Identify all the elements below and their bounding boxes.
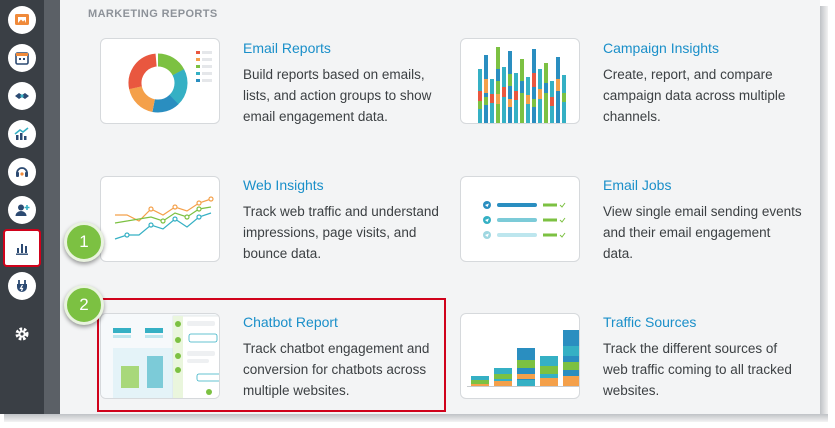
calendar-icon[interactable]: [8, 44, 36, 72]
add-contact-icon[interactable]: [8, 196, 36, 224]
window-shadow-right: [820, 6, 828, 418]
email-reports-thumbnail[interactable]: [100, 38, 220, 124]
plugin-icon[interactable]: [8, 272, 36, 300]
campaign-insights-link[interactable]: Campaign Insights: [603, 40, 719, 56]
traffic-sources-thumbnail[interactable]: [460, 313, 580, 399]
gear-icon[interactable]: [13, 325, 31, 343]
callout-badge-1: 1: [64, 222, 104, 262]
email-reports-link[interactable]: Email Reports: [243, 40, 331, 56]
chatbot-report-highlight: [97, 298, 446, 412]
media-icon[interactable]: [8, 6, 36, 34]
web-insights-thumbnail[interactable]: [100, 176, 220, 262]
sidebar: [0, 0, 44, 414]
reports-icon[interactable]: [8, 234, 36, 262]
analytics-icon[interactable]: [8, 120, 36, 148]
email-jobs-link[interactable]: Email Jobs: [603, 177, 671, 193]
handshake-icon[interactable]: [8, 82, 36, 110]
callout-badge-2: 2: [64, 285, 104, 325]
traffic-sources-description: Track the different sources of web traff…: [603, 341, 792, 398]
web-insights-link[interactable]: Web Insights: [243, 177, 324, 193]
support-icon[interactable]: [8, 158, 36, 186]
campaign-insights-description: Create, report, and compare campaign dat…: [603, 67, 786, 124]
email-reports-description: Build reports based on emails, lists, an…: [243, 67, 432, 124]
window-shadow-bottom: [4, 414, 828, 422]
traffic-sources-link[interactable]: Traffic Sources: [603, 314, 696, 330]
sidebar-edge: [44, 0, 60, 414]
email-jobs-description: View single email sending events and the…: [603, 204, 802, 261]
web-insights-description: Track web traffic and understand impress…: [243, 204, 439, 261]
campaign-insights-thumbnail[interactable]: [460, 38, 580, 124]
section-title: MARKETING REPORTS: [88, 8, 218, 20]
email-jobs-thumbnail[interactable]: [460, 176, 580, 262]
